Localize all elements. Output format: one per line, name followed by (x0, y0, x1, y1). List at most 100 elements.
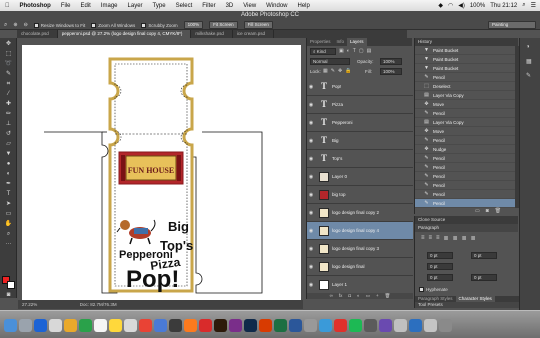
blur-tool-icon[interactable]: ● (3, 160, 14, 169)
paragraph-tab[interactable]: Paragraph (415, 224, 518, 232)
fx-icon[interactable]: fx (339, 293, 343, 299)
quick-select-tool-icon[interactable]: ✎ (3, 70, 14, 79)
calendar-icon[interactable] (94, 319, 107, 332)
menu-filter[interactable]: Filter (197, 3, 220, 9)
history-step[interactable]: ✥ Nudge (415, 145, 519, 154)
chrome-icon[interactable] (139, 319, 152, 332)
panel-swatches-icon[interactable]: ▦ (526, 58, 532, 65)
justify-center-icon[interactable]: ≣ (453, 235, 458, 242)
powerpoint-icon[interactable] (259, 319, 272, 332)
delete-layer-icon[interactable]: 🗑 (385, 293, 391, 299)
layer-row[interactable]: ◉ big top (307, 186, 413, 204)
layer-row[interactable]: ◉ T Pop! (307, 78, 413, 96)
dropbox-icon[interactable]: ◆ (438, 2, 443, 9)
notes-icon[interactable] (109, 319, 122, 332)
wifi-icon[interactable]: ◠ (448, 2, 453, 9)
visibility-eye-icon[interactable]: ◉ (307, 246, 315, 252)
menu-type[interactable]: Type (148, 3, 171, 9)
workspace-switcher[interactable]: Painting (488, 21, 536, 29)
edit-toolbar-icon[interactable]: ··· (3, 240, 14, 249)
background-color-swatch[interactable] (7, 281, 15, 289)
app-menu[interactable]: Photoshop (15, 3, 56, 9)
layer-row[interactable]: ◉ T Pizza (307, 96, 413, 114)
reminders-icon[interactable] (124, 319, 137, 332)
filter-adjust-icon[interactable]: ◐ (347, 48, 350, 54)
align-right-icon[interactable]: ≡ (436, 235, 440, 242)
history-step[interactable]: ▼ Paint Bucket (415, 64, 519, 73)
zoom-100-button[interactable]: 100% (183, 21, 204, 29)
history-step[interactable]: ▼ Paint Bucket (415, 55, 519, 64)
books-icon[interactable] (184, 319, 197, 332)
tab-ice-cream[interactable]: ice cream.psd (233, 30, 274, 38)
layer-row[interactable]: ◉ logo design final (307, 258, 413, 276)
snapshot-icon[interactable]: ◙ (486, 208, 489, 214)
menu-layer[interactable]: Layer (123, 3, 148, 9)
marquee-tool-icon[interactable]: ⬚ (3, 50, 14, 59)
eyedropper-tool-icon[interactable]: ⁄ (3, 90, 14, 99)
justify-left-icon[interactable]: ≣ (444, 235, 449, 242)
space-before-field[interactable]: 0 pt (427, 274, 453, 281)
link-layers-icon[interactable]: ∞ (330, 293, 333, 299)
brush-tool-icon[interactable]: ✏ (3, 110, 14, 119)
contacts-icon[interactable] (64, 319, 77, 332)
filter-pixel-icon[interactable]: ▣ (339, 48, 344, 54)
indent-left-field[interactable]: 0 pt (427, 252, 453, 259)
tool-presets-tab[interactable]: Tool Presets (415, 302, 519, 308)
lock-pixels-icon[interactable]: ✎ (331, 68, 335, 74)
search-icon[interactable]: ⌕ (522, 2, 525, 9)
layer-row[interactable]: ◉ logo design final copy 3 (307, 240, 413, 258)
history-step[interactable]: ⬚ Deselect (415, 82, 519, 91)
path-select-icon[interactable]: ➤ (3, 200, 14, 209)
pen-tool-icon[interactable]: ✒ (3, 180, 14, 189)
trash-icon[interactable]: 🗑 (495, 208, 501, 214)
menu-3d[interactable]: 3D (221, 3, 239, 9)
safari-icon[interactable] (34, 319, 47, 332)
justify-all-icon[interactable]: ≣ (471, 235, 476, 242)
excel-icon[interactable] (274, 319, 287, 332)
opacity-field[interactable]: 100% (380, 58, 402, 65)
visibility-eye-icon[interactable]: ◉ (307, 102, 315, 108)
type-tool-icon[interactable]: T (3, 190, 14, 199)
launchpad-icon[interactable] (19, 319, 32, 332)
indesign-icon[interactable] (229, 319, 242, 332)
vlc-icon[interactable] (334, 319, 347, 332)
history-step[interactable]: ✎ Pencil (415, 181, 519, 190)
scrubby-zoom-checkbox[interactable]: Scrubby Zoom (141, 22, 178, 28)
indent-first-line-field[interactable]: 0 pt (427, 263, 453, 270)
layer-row[interactable]: ◉ T Top's (307, 150, 413, 168)
visibility-eye-icon[interactable]: ◉ (307, 264, 315, 270)
history-step[interactable]: ✎ Pencil (415, 163, 519, 172)
zoom-readout[interactable]: 27.22% (22, 302, 37, 307)
lasso-tool-icon[interactable]: ➰ (3, 60, 14, 69)
crop-tool-icon[interactable]: ⌗ (3, 80, 14, 89)
visibility-eye-icon[interactable]: ◉ (307, 192, 315, 198)
align-left-icon[interactable]: ≡ (421, 235, 425, 242)
history-header[interactable]: History (415, 38, 518, 46)
quick-mask-icon[interactable]: ◙ (3, 291, 14, 300)
menu-view[interactable]: View (238, 3, 261, 9)
zoom-out-icon[interactable]: ⊖ (24, 22, 28, 28)
history-step[interactable]: ▼ Paint Bucket (415, 46, 519, 55)
zoom-all-checkbox[interactable]: Zoom All Windows (91, 22, 135, 28)
visibility-eye-icon[interactable]: ◉ (307, 210, 315, 216)
add-mask-icon[interactable]: ◘ (348, 293, 351, 299)
system-prefs-icon[interactable] (304, 319, 317, 332)
menu-edit[interactable]: Edit (76, 3, 96, 9)
tab-info[interactable]: Info (334, 38, 348, 46)
skype-icon[interactable] (319, 319, 332, 332)
history-step[interactable]: ▤ Layer Via Copy (415, 91, 519, 100)
history-step[interactable]: ✎ Pencil (415, 73, 519, 82)
preview-icon[interactable] (394, 319, 407, 332)
menu-image[interactable]: Image (96, 3, 123, 9)
menu-file[interactable]: File (56, 3, 76, 9)
history-step[interactable]: ✎ Pencil (415, 154, 519, 163)
apple-menu[interactable]:  (0, 3, 15, 9)
trash-can-icon[interactable] (439, 319, 452, 332)
shape-tool-icon[interactable]: ▭ (3, 210, 14, 219)
tab-layers[interactable]: Layers (347, 38, 367, 46)
eraser-tool-icon[interactable]: ▱ (3, 140, 14, 149)
stamp-tool-icon[interactable]: ⊥ (3, 120, 14, 129)
space-after-field[interactable]: 0 pt (471, 274, 497, 281)
filter-shape-icon[interactable]: ▢ (359, 48, 364, 54)
history-step[interactable]: ✥ Move (415, 127, 519, 136)
